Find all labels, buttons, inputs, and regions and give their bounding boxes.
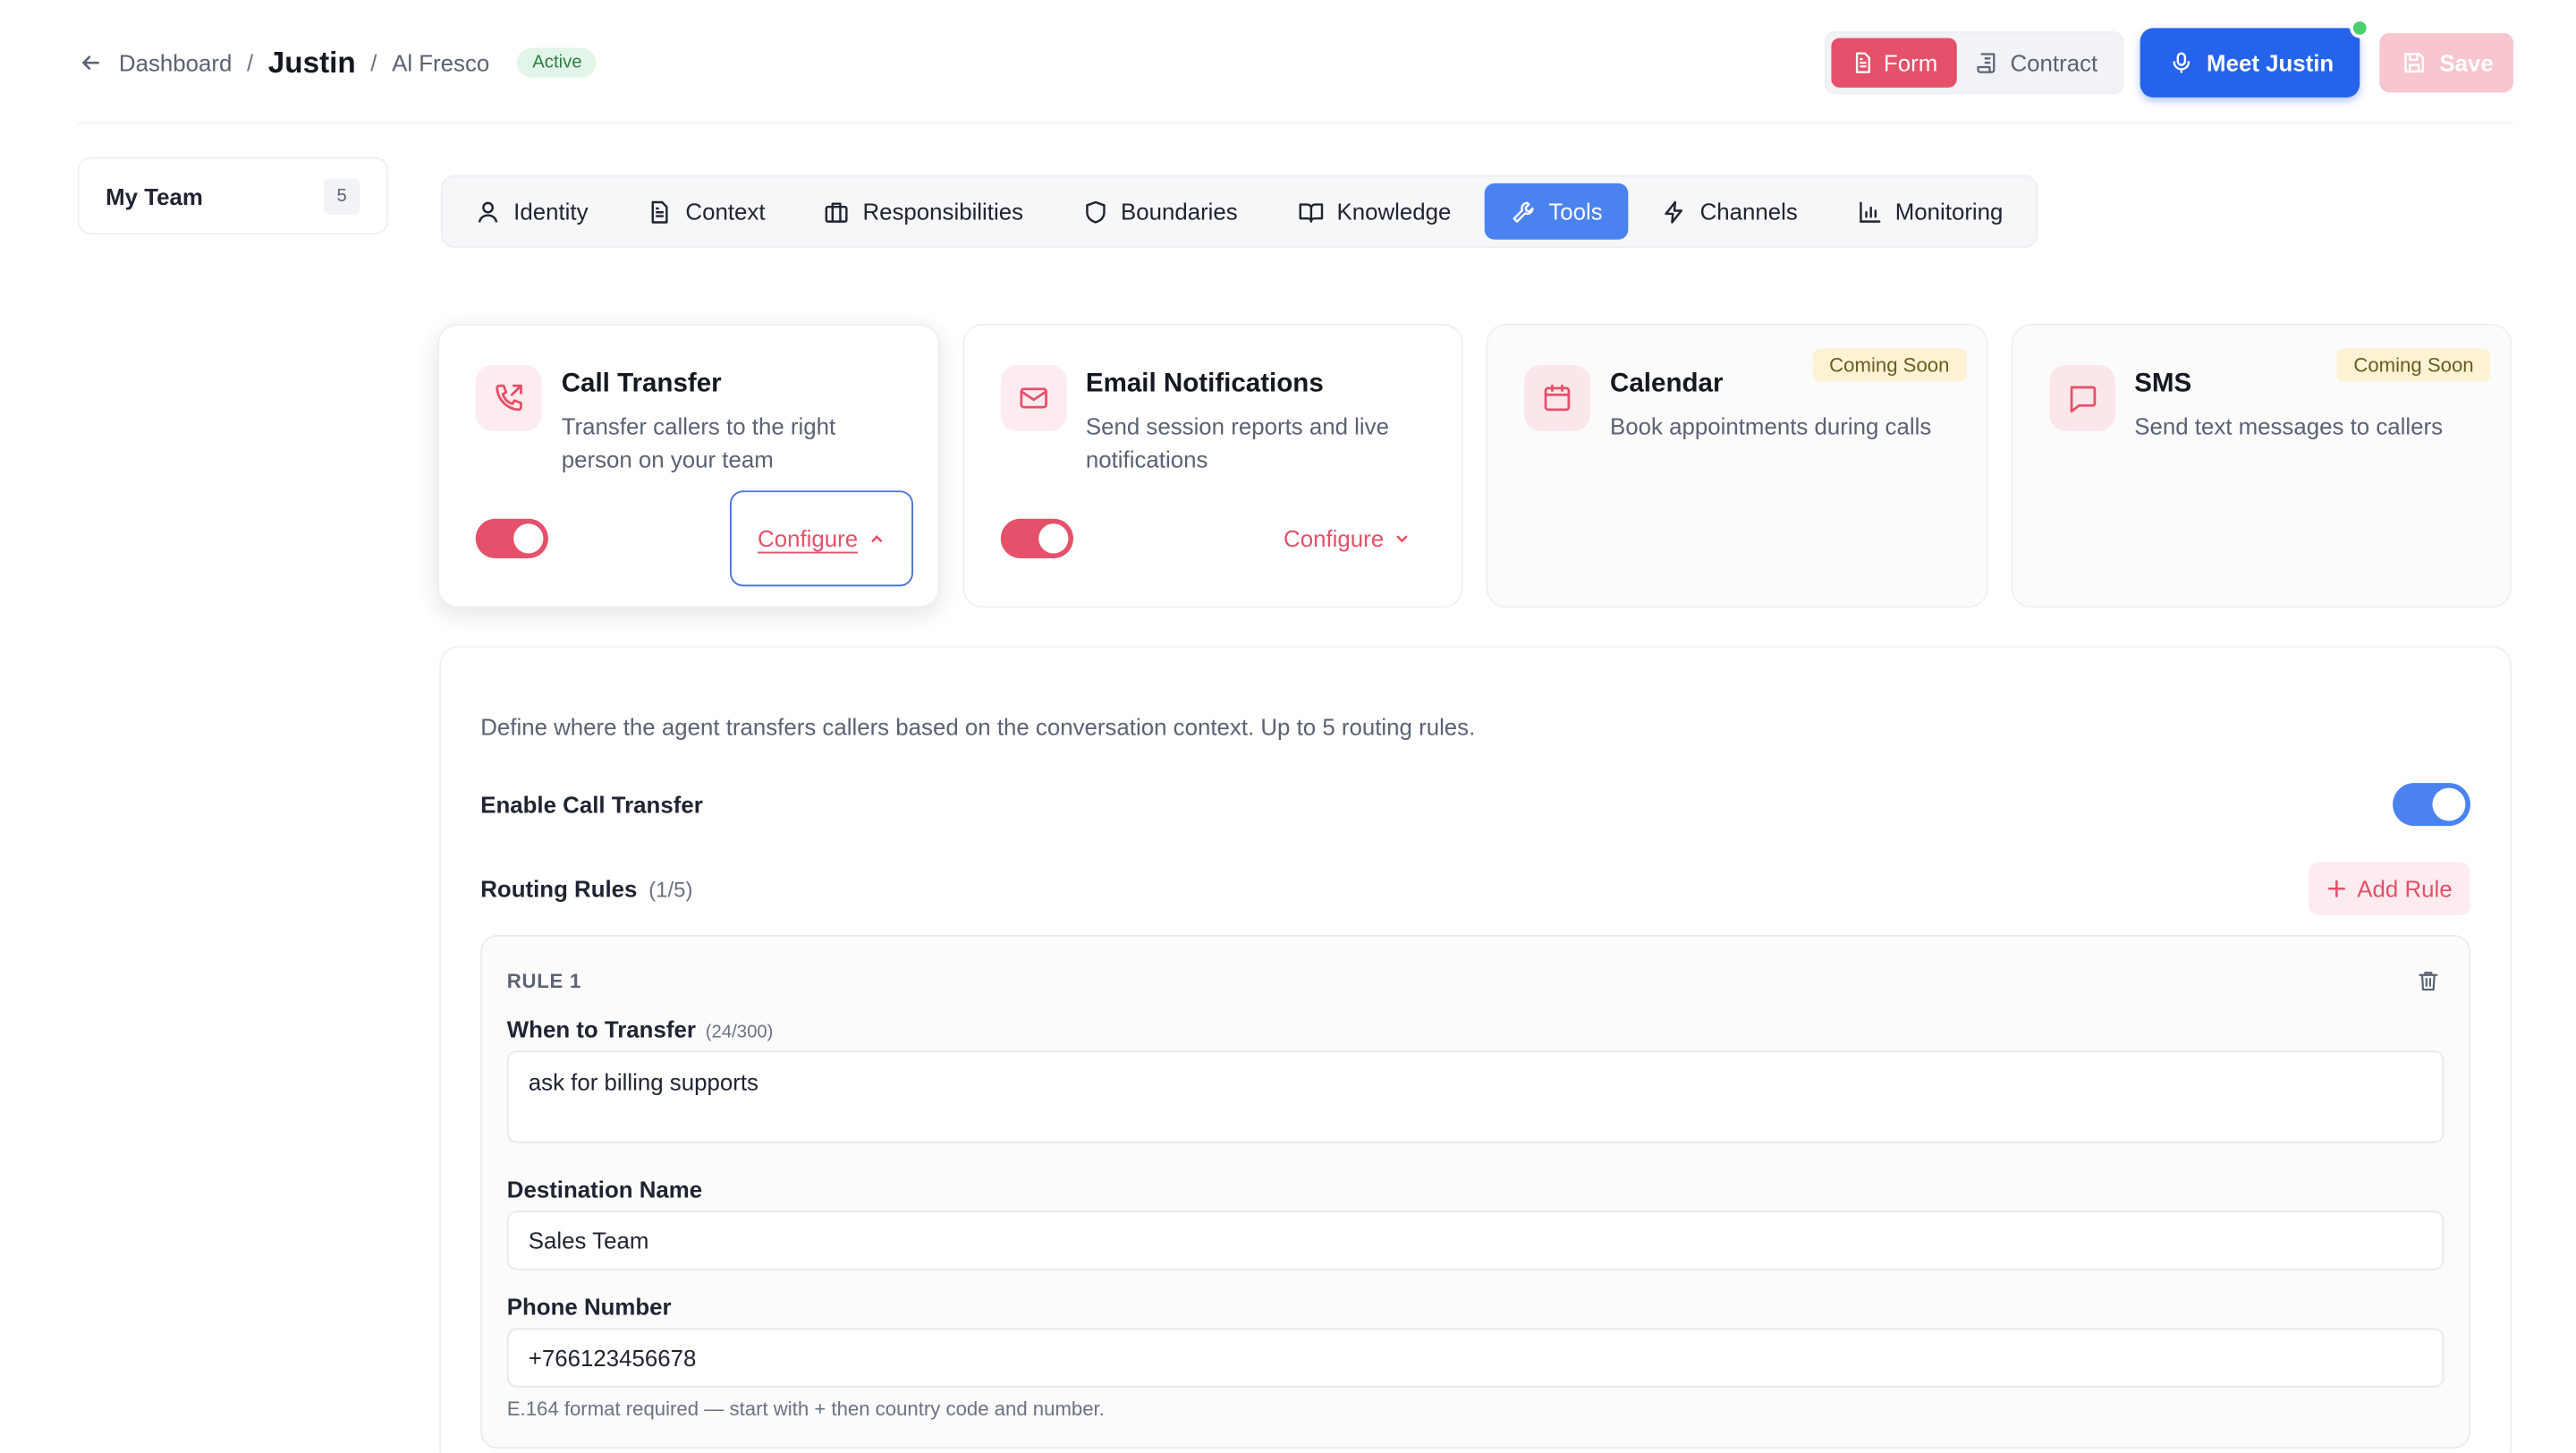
configure-button[interactable]: Configure xyxy=(1258,490,1437,586)
phone-number-input[interactable]: +766123456678 xyxy=(506,1328,2445,1388)
lightning-icon xyxy=(1665,200,1683,223)
tool-card-sms: Coming Soon SMS Send text messages to ca… xyxy=(2010,323,2512,608)
chat-icon xyxy=(2048,365,2115,431)
tab-label: Boundaries xyxy=(1120,198,1238,225)
top-bar: Dashboard / Justin / Al Fresco Active Fo… xyxy=(78,18,2513,98)
meet-agent-label: Meet Justin xyxy=(2207,49,2334,76)
tool-card-call-transfer[interactable]: Call Transfer Transfer callers to the ri… xyxy=(437,323,939,608)
meet-agent-button[interactable]: Meet Justin xyxy=(2140,18,2370,98)
phone-forward-icon xyxy=(475,365,542,431)
tab-responsibilities[interactable]: Responsibilities xyxy=(798,183,1049,240)
destination-name-label: Destination Name xyxy=(506,1176,703,1203)
panel-description: Define where the agent transfers callers… xyxy=(480,713,1476,741)
trash-icon[interactable] xyxy=(2418,970,2439,1001)
tab-context[interactable]: Context xyxy=(621,183,792,240)
destination-name-input[interactable]: Sales Team xyxy=(506,1211,2445,1270)
tab-channels[interactable]: Channels xyxy=(1636,183,1825,240)
coming-soon-badge: Coming Soon xyxy=(1812,348,1966,382)
add-rule-label: Add Rule xyxy=(2357,875,2453,903)
chevron-up-icon xyxy=(870,535,882,542)
contract-button[interactable]: Contract xyxy=(1957,38,2117,87)
configure-label: Configure xyxy=(758,525,859,552)
enable-call-transfer-toggle[interactable] xyxy=(2393,783,2470,827)
tool-title: Email Notifications xyxy=(1085,370,1324,398)
when-to-transfer-textarea[interactable]: ask for billing supports xyxy=(506,1050,2445,1143)
contract-label: Contract xyxy=(2010,49,2098,76)
header-divider xyxy=(77,122,2513,124)
calendar-icon xyxy=(1524,365,1590,431)
enable-call-transfer-label: Enable Call Transfer xyxy=(480,791,703,818)
tab-label: Tools xyxy=(1548,198,1603,225)
shield-icon xyxy=(1085,200,1106,223)
call-transfer-config-panel: Define where the agent transfers callers… xyxy=(439,645,2512,1453)
team-label: My Team xyxy=(106,183,203,209)
configure-button[interactable]: Configure xyxy=(729,490,913,587)
email-notifications-toggle[interactable] xyxy=(999,518,1073,559)
tool-description: Transfer callers to the right person on … xyxy=(561,412,836,473)
tool-title: Call Transfer xyxy=(561,370,722,398)
team-count-badge: 5 xyxy=(323,177,360,215)
tab-knowledge[interactable]: Knowledge xyxy=(1271,183,1478,240)
tool-description: Book appointments during calls xyxy=(1610,412,1932,440)
coming-soon-badge: Coming Soon xyxy=(2336,348,2491,382)
chevron-down-icon xyxy=(1396,535,1408,543)
briefcase-icon xyxy=(826,201,849,222)
call-transfer-toggle[interactable] xyxy=(475,518,548,559)
character-count: (24/300) xyxy=(705,1022,774,1042)
bar-chart-icon xyxy=(1859,200,1880,222)
tool-card-calendar: Coming Soon Calendar Book appointments d… xyxy=(1486,323,1987,608)
tab-label: Monitoring xyxy=(1894,198,2004,225)
routing-rules-count: (1/5) xyxy=(648,877,693,903)
tab-identity[interactable]: Identity xyxy=(449,183,614,240)
breadcrumb-agent-name: Justin xyxy=(267,45,356,79)
when-to-transfer-label: When to Transfer (24/300) xyxy=(507,1015,2445,1042)
tool-card-email-notifications[interactable]: Email Notifications Send session reports… xyxy=(962,323,1463,608)
breadcrumb-separator: / xyxy=(247,49,254,76)
save-button[interactable]: Save xyxy=(2379,32,2513,93)
routing-rules-heading: Routing Rules (1/5) xyxy=(480,875,692,902)
wrench-icon xyxy=(1513,200,1534,222)
tool-cards: Call Transfer Transfer callers to the ri… xyxy=(437,323,2512,608)
plus-icon xyxy=(2328,879,2346,897)
breadcrumb-separator: / xyxy=(370,49,377,76)
save-label: Save xyxy=(2439,49,2494,76)
breadcrumb: Dashboard / Justin / Al Fresco Active xyxy=(78,46,597,81)
tab-monitoring[interactable]: Monitoring xyxy=(1831,183,2029,240)
status-badge: Active xyxy=(517,47,597,78)
section-tabs: Identity Context Responsibilities Bounda… xyxy=(440,174,2038,248)
scroll-icon xyxy=(1978,53,1996,73)
form-contract-toggle: Form Contract xyxy=(1824,31,2124,95)
tab-label: Identity xyxy=(513,198,589,225)
when-to-transfer-text: When to Transfer xyxy=(506,1015,696,1042)
tool-description: Send session reports and live notificati… xyxy=(1085,412,1389,473)
save-icon xyxy=(2404,53,2425,73)
configure-label: Configure xyxy=(1284,525,1385,552)
mail-icon xyxy=(999,365,1066,431)
tab-label: Responsibilities xyxy=(862,198,1024,225)
breadcrumb-dashboard-link[interactable]: Dashboard xyxy=(119,49,232,76)
tool-description: Send text messages to callers xyxy=(2134,412,2444,440)
document-icon xyxy=(1855,52,1870,73)
routing-rule-card: RULE 1 When to Transfer (24/300) ask for… xyxy=(480,934,2470,1449)
document-icon xyxy=(651,200,668,223)
add-rule-button[interactable]: Add Rule xyxy=(2309,862,2470,915)
rule-tag: RULE 1 xyxy=(506,969,582,993)
online-status-dot xyxy=(2350,18,2370,38)
microphone-icon xyxy=(2174,52,2190,73)
sidebar-item-my-team[interactable]: My Team 5 xyxy=(77,157,388,235)
tab-label: Channels xyxy=(1699,198,1798,225)
arrow-left-icon[interactable] xyxy=(78,49,105,76)
breadcrumb-company: Al Fresco xyxy=(392,49,490,76)
tab-label: Context xyxy=(685,198,766,225)
tab-label: Knowledge xyxy=(1336,198,1452,225)
user-icon xyxy=(478,200,498,222)
phone-format-hint: E.164 format required — start with + the… xyxy=(506,1397,1105,1421)
phone-number-label: Phone Number xyxy=(506,1293,672,1321)
tab-tools[interactable]: Tools xyxy=(1484,183,1630,240)
routing-rules-label: Routing Rules xyxy=(480,875,638,903)
form-label: Form xyxy=(1883,49,1938,76)
form-button[interactable]: Form xyxy=(1830,38,1958,88)
tab-boundaries[interactable]: Boundaries xyxy=(1056,183,1264,240)
book-icon xyxy=(1298,202,1323,222)
